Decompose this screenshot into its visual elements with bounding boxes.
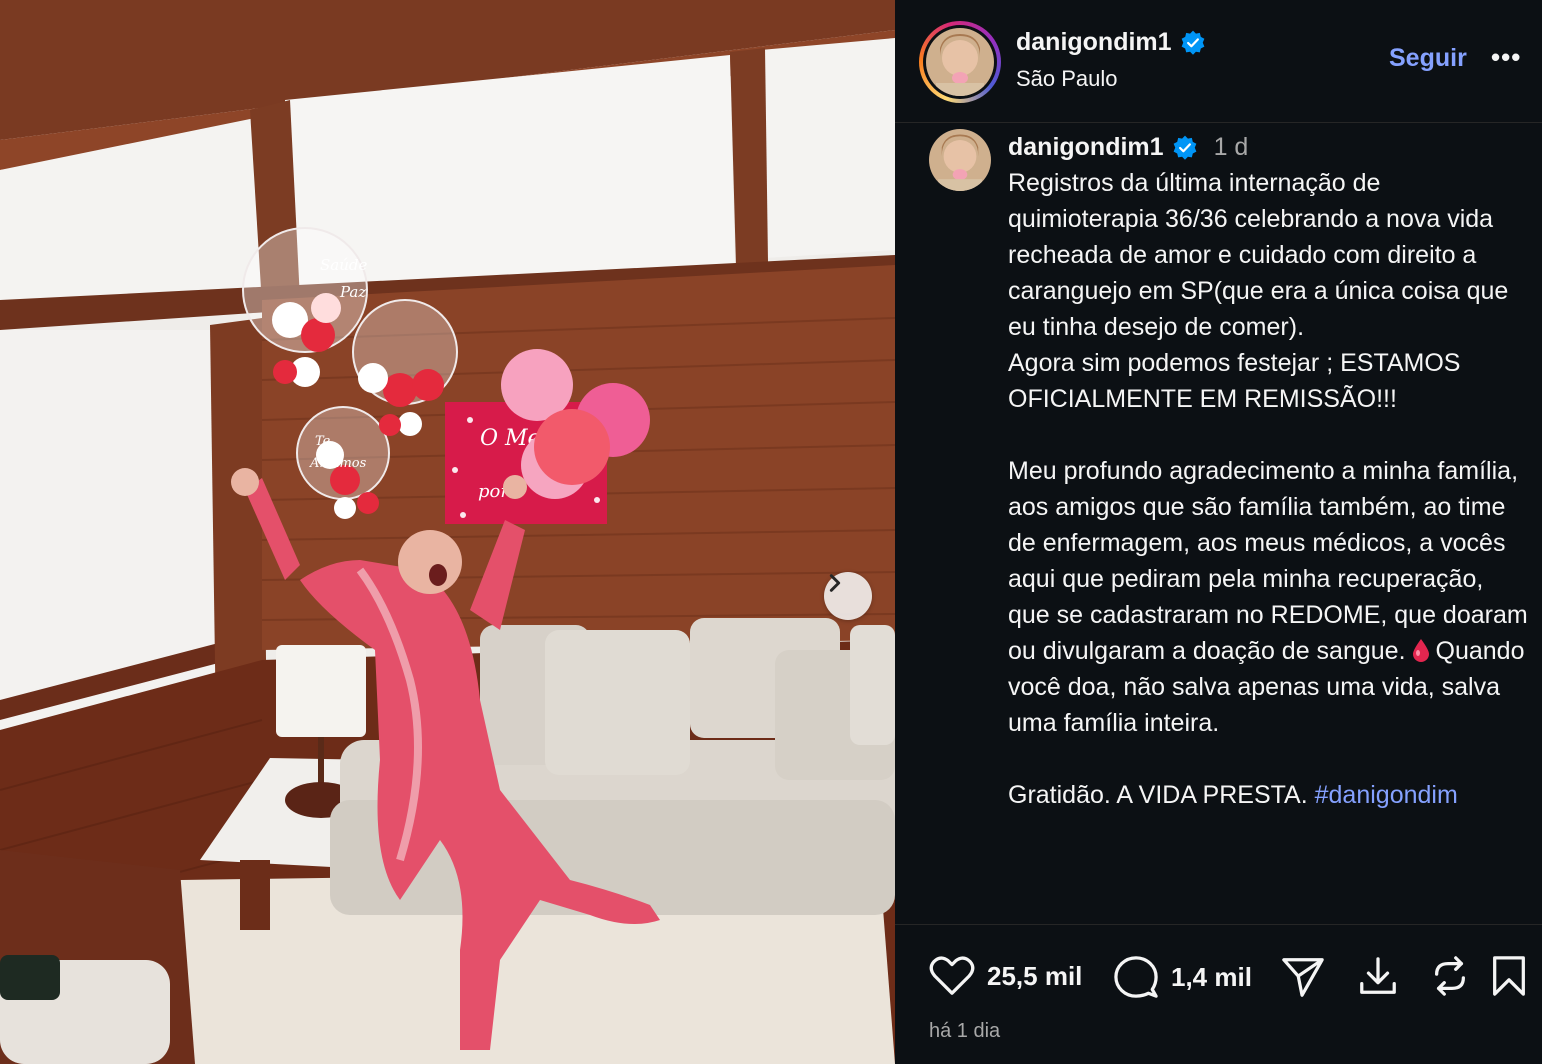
- avatar: [926, 28, 994, 96]
- heart-icon: [929, 956, 975, 995]
- svg-text:Paz: Paz: [339, 283, 366, 301]
- caption-paragraph-1: Registros da última internação de quimio…: [1008, 169, 1516, 341]
- comment-button[interactable]: 1,4 mil: [1113, 955, 1252, 999]
- follow-button[interactable]: Seguir: [1389, 44, 1467, 73]
- post-date[interactable]: há 1 dia: [929, 1020, 1000, 1043]
- caption-avatar[interactable]: [929, 129, 991, 191]
- caption-text: Registros da última internação de quimio…: [1008, 165, 1528, 813]
- svg-text:Amamos: Amamos: [309, 456, 367, 471]
- header-username[interactable]: danigondim1: [1016, 28, 1206, 57]
- action-bar: 25,5 mil 1,4 mil há 1 dia: [895, 924, 1542, 1064]
- repost-icon: [1435, 956, 1465, 996]
- caption-paragraph-2: Agora sim podemos festejar ; ESTAMOS OFI…: [1008, 349, 1468, 413]
- post-location[interactable]: São Paulo: [1016, 66, 1118, 92]
- blood-drop-icon: [1412, 639, 1429, 663]
- story-ring[interactable]: [919, 21, 1001, 103]
- post-side-panel: danigondim1 São Paulo Seguir ••• danigon…: [895, 0, 1542, 1064]
- hashtag-link[interactable]: #danigondim: [1315, 781, 1458, 809]
- verified-badge-icon: [1181, 30, 1204, 55]
- caption-username[interactable]: danigondim1: [1008, 133, 1164, 162]
- bookmark-icon: [1493, 956, 1525, 996]
- caption-paragraph-3: Meu profundo agradecimento a minha famíl…: [1008, 457, 1535, 665]
- svg-text:Te: Te: [315, 434, 331, 449]
- caption-timestamp[interactable]: 1 d: [1214, 133, 1249, 162]
- comment-bubble-icon: [1114, 956, 1158, 998]
- like-count[interactable]: 25,5 mil: [987, 961, 1082, 992]
- repost-button[interactable]: [1429, 955, 1471, 997]
- caption-area: danigondim1 1 d Registros da última inte…: [895, 123, 1542, 924]
- post-image: O Me por Saúde Paz Te Amamos: [0, 0, 895, 1064]
- verified-badge-icon: [1173, 135, 1196, 160]
- comment-count[interactable]: 1,4 mil: [1171, 962, 1252, 993]
- post-header: danigondim1 São Paulo Seguir •••: [895, 0, 1542, 123]
- next-photo-button[interactable]: [824, 572, 872, 620]
- svg-text:Saúde: Saúde: [320, 256, 367, 274]
- more-options-button[interactable]: •••: [1491, 42, 1521, 73]
- caption-closing: Gratidão. A VIDA PRESTA.: [1008, 781, 1308, 809]
- download-icon: [1360, 957, 1396, 994]
- share-button[interactable]: [1281, 955, 1325, 999]
- download-button[interactable]: [1357, 955, 1399, 997]
- like-button[interactable]: 25,5 mil: [929, 955, 1082, 997]
- save-button[interactable]: [1491, 955, 1527, 997]
- chevron-right-icon: [829, 574, 841, 592]
- post-photo[interactable]: O Me por Saúde Paz Te Amamos: [0, 0, 895, 1064]
- paper-plane-icon: [1282, 958, 1324, 997]
- caption-header: danigondim1 1 d: [1008, 133, 1248, 162]
